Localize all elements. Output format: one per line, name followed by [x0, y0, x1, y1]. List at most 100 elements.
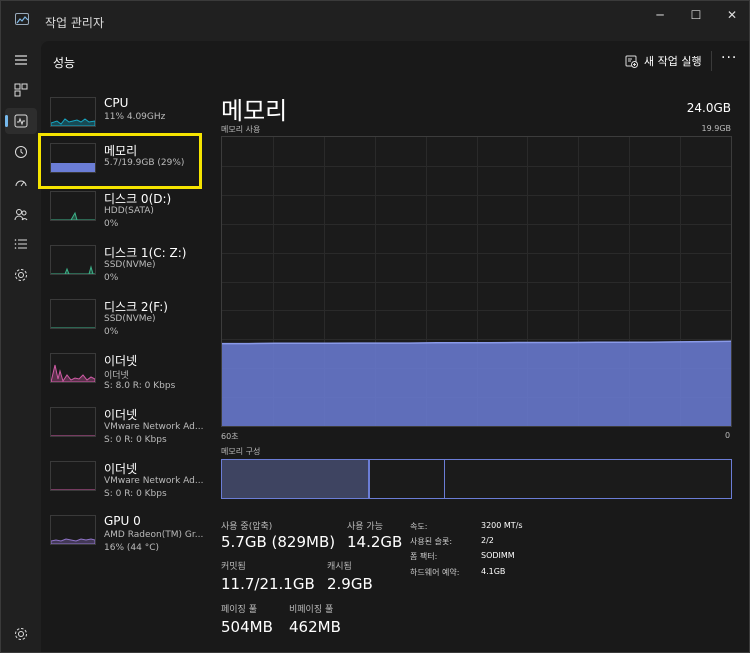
committed-value: 11.7/21.1GB: [221, 575, 315, 593]
in-use-label: 사용 중(압축): [221, 522, 273, 532]
sidebar-item-gpu-0[interactable]: GPU 0 AMD Radeon(TM) Gr... 16% (44 °C): [41, 507, 211, 561]
nav-startup-apps[interactable]: [5, 170, 37, 196]
sidebar-item-ethernet-0[interactable]: 이더넷 이더넷 S: 8.0 R: 0 Kbps: [41, 345, 211, 399]
users-icon: [14, 209, 28, 221]
performance-icon: [14, 114, 28, 128]
hamburger-icon: [15, 55, 27, 65]
memory-usage-area: [222, 341, 731, 426]
sidebar-item-detail: SSD(NVMe): [104, 314, 156, 324]
memory-usage-max: 19.9GB: [701, 124, 732, 133]
nav-performance[interactable]: [5, 108, 37, 134]
sidebar-item-stat: S: 8.0 R: 0 Kbps: [104, 381, 176, 391]
sidebar-item-stat: 0%: [104, 327, 119, 337]
page-header: 성능 새 작업 실행 ···: [41, 41, 749, 81]
available-label: 사용 가능: [347, 522, 383, 532]
time-axis-right: 0: [725, 431, 731, 440]
sidebar-item-thumbnail: [50, 245, 96, 275]
composition-in-use-segment: [222, 460, 370, 498]
sidebar-item-thumbnail: [50, 407, 96, 437]
nav-services[interactable]: [5, 262, 37, 288]
spec-label: 하드웨어 예약:: [410, 568, 460, 577]
close-button[interactable]: ✕: [709, 1, 750, 29]
header-divider: [711, 51, 712, 71]
resource-title: 메모리: [221, 97, 288, 125]
committed-label: 커밋됨: [221, 562, 246, 572]
nonpaged-pool-value: 462MB: [289, 618, 341, 636]
sidebar-thumb-line: [51, 364, 95, 382]
sidebar-item-stat: S: 0 R: 0 Kbps: [104, 489, 167, 499]
sidebar-item-ethernet-2[interactable]: 이더넷 VMware Network Ad... S: 0 R: 0 Kbps: [41, 453, 211, 507]
sidebar-item-detail: VMware Network Ad...: [104, 422, 204, 432]
sidebar-item-detail: 이더넷: [104, 371, 129, 381]
window-title: 작업 관리자: [45, 16, 105, 30]
spec-value: 2/2: [481, 536, 494, 545]
spec-value: 4.1GB: [481, 567, 506, 576]
cached-label: 캐시됨: [327, 562, 352, 572]
spec-value: SODIMM: [481, 551, 515, 560]
performance-page: 성능 새 작업 실행 ··· CPU 11% 4.09GHz 메모리 5.7/19.9…: [38, 41, 749, 652]
sidebar-item-name: GPU 0: [104, 514, 141, 528]
nonpaged-pool-label: 비페이징 풀: [289, 605, 334, 615]
memory-usage-label: 메모리 사용: [221, 125, 261, 134]
available-value: 14.2GB: [347, 533, 403, 551]
spec-label: 속도:: [410, 522, 428, 531]
run-new-task-button[interactable]: 새 작업 실행: [625, 50, 702, 72]
sidebar-item-detail: SSD(NVMe): [104, 260, 156, 270]
run-new-task-label: 새 작업 실행: [644, 55, 702, 68]
sidebar-item-name: 디스크 1(C: Z:): [104, 246, 187, 260]
memory-usage-graph: [221, 136, 732, 427]
sidebar-item-name: 이더넷: [104, 354, 138, 368]
page-title: 성능: [53, 56, 76, 70]
time-axis-left: 60초: [221, 432, 239, 441]
sidebar-item-disk-2[interactable]: 디스크 2(F:) SSD(NVMe) 0%: [41, 291, 211, 345]
sidebar-item-name: 이더넷: [104, 408, 138, 422]
speedometer-icon: [15, 180, 27, 187]
sidebar-item-stat: 16% (44 °C): [104, 543, 159, 553]
sidebar-item-name: 디스크 0(D:): [104, 192, 172, 206]
nav-settings[interactable]: [5, 621, 37, 647]
sidebar-item-stat: 0%: [104, 219, 119, 229]
services-gear-icon: [15, 269, 27, 281]
sidebar-item-detail: AMD Radeon(TM) Gr...: [104, 530, 204, 540]
sidebar-item-stat: 0%: [104, 273, 119, 283]
sidebar-item-ethernet-1[interactable]: 이더넷 VMware Network Ad... S: 0 R: 0 Kbps: [41, 399, 211, 453]
sidebar-item-thumbnail: [50, 461, 96, 491]
history-icon: [15, 146, 27, 158]
paged-pool-value: 504MB: [221, 618, 273, 636]
sidebar-item-disk-1[interactable]: 디스크 1(C: Z:) SSD(NVMe) 0%: [41, 237, 211, 291]
more-options-button[interactable]: ···: [721, 50, 737, 66]
nav-rail: [1, 41, 41, 652]
in-use-value: 5.7GB (829MB): [221, 533, 336, 551]
paged-pool-label: 페이징 풀: [221, 605, 257, 615]
sidebar-item-name: CPU: [104, 96, 129, 110]
composition-modified-segment: [371, 460, 445, 498]
sidebar-item-memory[interactable]: 메모리 5.7/19.9GB (29%): [38, 133, 211, 189]
sidebar-item-name: 이더넷: [104, 462, 138, 476]
sidebar-item-thumbnail: [50, 353, 96, 383]
spec-label: 사용된 슬롯:: [410, 537, 453, 546]
spec-value: 3200 MT/s: [481, 521, 523, 530]
nav-users[interactable]: [5, 201, 37, 227]
sidebar-thumb-line: [51, 538, 95, 544]
sidebar-thumb-line: [51, 211, 95, 220]
hamburger-menu-button[interactable]: [5, 47, 37, 73]
settings-gear-icon: [15, 628, 27, 640]
nav-processes[interactable]: [5, 77, 37, 103]
memory-composition-label: 메모리 구성: [221, 447, 261, 456]
sidebar-item-thumbnail: [50, 299, 96, 329]
task-manager-app-icon: [15, 13, 29, 25]
nav-app-history[interactable]: [5, 139, 37, 165]
sidebar-item-name: 디스크 2(F:): [104, 300, 168, 314]
selection-highlight: [38, 133, 202, 189]
sidebar-thumb-line: [51, 265, 95, 274]
sidebar-item-detail: HDD(SATA): [104, 206, 154, 216]
sidebar-item-detail: 11% 4.09GHz: [104, 112, 166, 122]
title-bar: 작업 관리자 ─ ☐ ✕: [1, 1, 749, 41]
sidebar-item-thumbnail: [50, 97, 96, 127]
processes-icon: [14, 83, 28, 97]
nav-details[interactable]: [5, 231, 37, 257]
sidebar-item-disk-0[interactable]: 디스크 0(D:) HDD(SATA) 0%: [41, 183, 211, 237]
cached-value: 2.9GB: [327, 575, 373, 593]
sidebar-item-stat: S: 0 R: 0 Kbps: [104, 435, 167, 445]
sidebar-item-thumbnail: [50, 191, 96, 221]
